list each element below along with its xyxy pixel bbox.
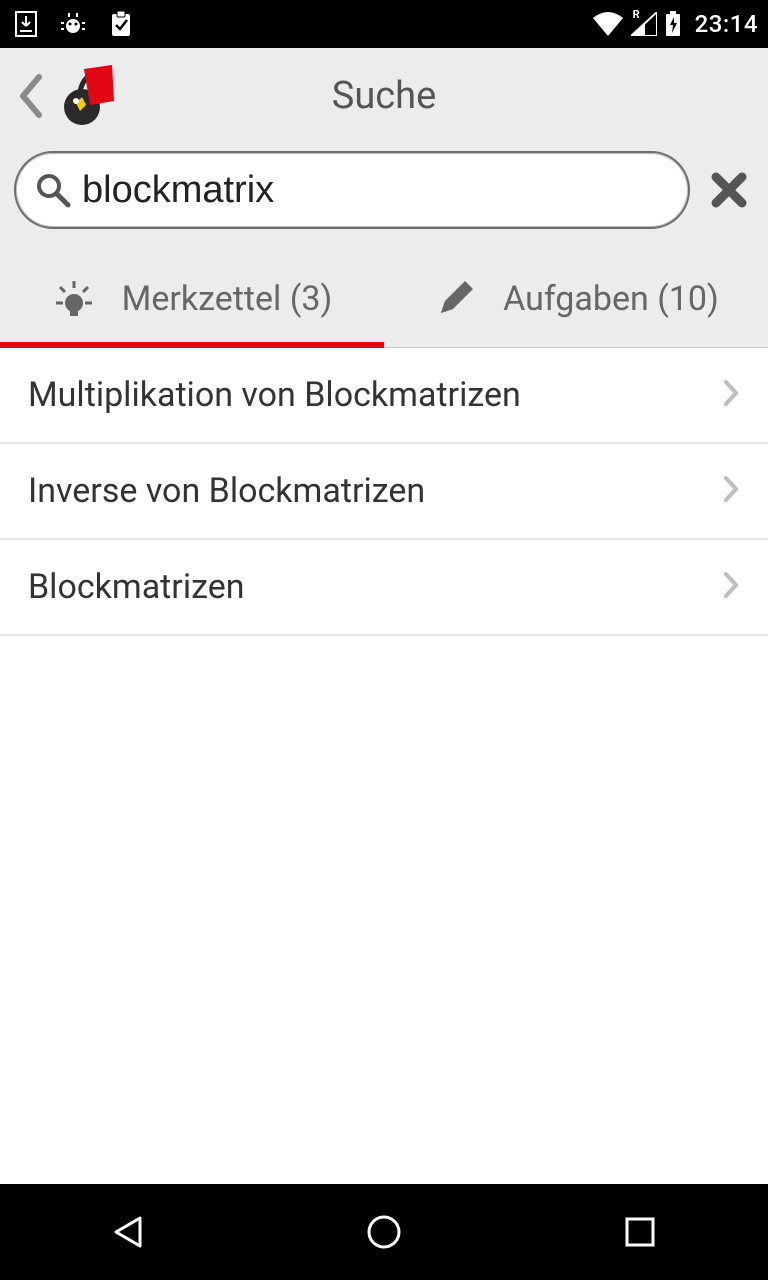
results-list: Multiplikation von Blockmatrizen Inverse… [0,348,768,1184]
nav-back-button[interactable] [83,1202,173,1262]
list-item[interactable]: Blockmatrizen [0,540,768,636]
app-header: Suche [0,48,768,348]
result-label: Blockmatrizen [28,567,245,607]
chevron-right-icon [722,570,740,604]
status-right: R 23:14 [593,10,758,38]
list-item[interactable]: Inverse von Blockmatrizen [0,444,768,540]
tab-merkzettel[interactable]: Merkzettel (3) [0,251,384,347]
nav-recent-button[interactable] [595,1202,685,1262]
search-input[interactable] [82,169,670,212]
close-icon [710,171,748,209]
chevron-left-icon [17,73,43,119]
pencil-icon [433,277,477,321]
search-row [0,143,768,251]
clipboard-icon [108,10,134,38]
clear-search-button[interactable] [704,165,754,215]
roaming-badge: R [633,8,640,21]
idea-icon [52,277,96,321]
triangle-back-icon [108,1212,148,1252]
result-label: Inverse von Blockmatrizen [28,471,425,511]
back-button[interactable] [0,48,60,143]
status-time: 23:14 [695,10,758,38]
search-box[interactable] [14,151,690,229]
tab-label: Aufgaben (10) [503,279,719,319]
wifi-icon [593,12,623,36]
chevron-right-icon [722,474,740,508]
chevron-right-icon [722,378,740,412]
search-icon [34,171,72,209]
result-label: Multiplikation von Blockmatrizen [28,375,521,415]
square-recent-icon [622,1214,658,1250]
tab-label: Merkzettel (3) [122,279,333,319]
nav-home-button[interactable] [339,1202,429,1262]
list-item[interactable]: Multiplikation von Blockmatrizen [0,348,768,444]
status-bar: R 23:14 [0,0,768,48]
status-left [10,10,134,38]
circle-home-icon [364,1212,404,1252]
signal-icon: R [631,12,657,36]
download-icon [14,11,38,37]
system-navbar [0,1184,768,1280]
tabs: Merkzettel (3) Aufgaben (10) [0,251,768,348]
app-logo-icon [56,61,126,131]
tab-aufgaben[interactable]: Aufgaben (10) [384,251,768,347]
bug-icon [60,11,86,37]
battery-charging-icon [665,11,681,37]
